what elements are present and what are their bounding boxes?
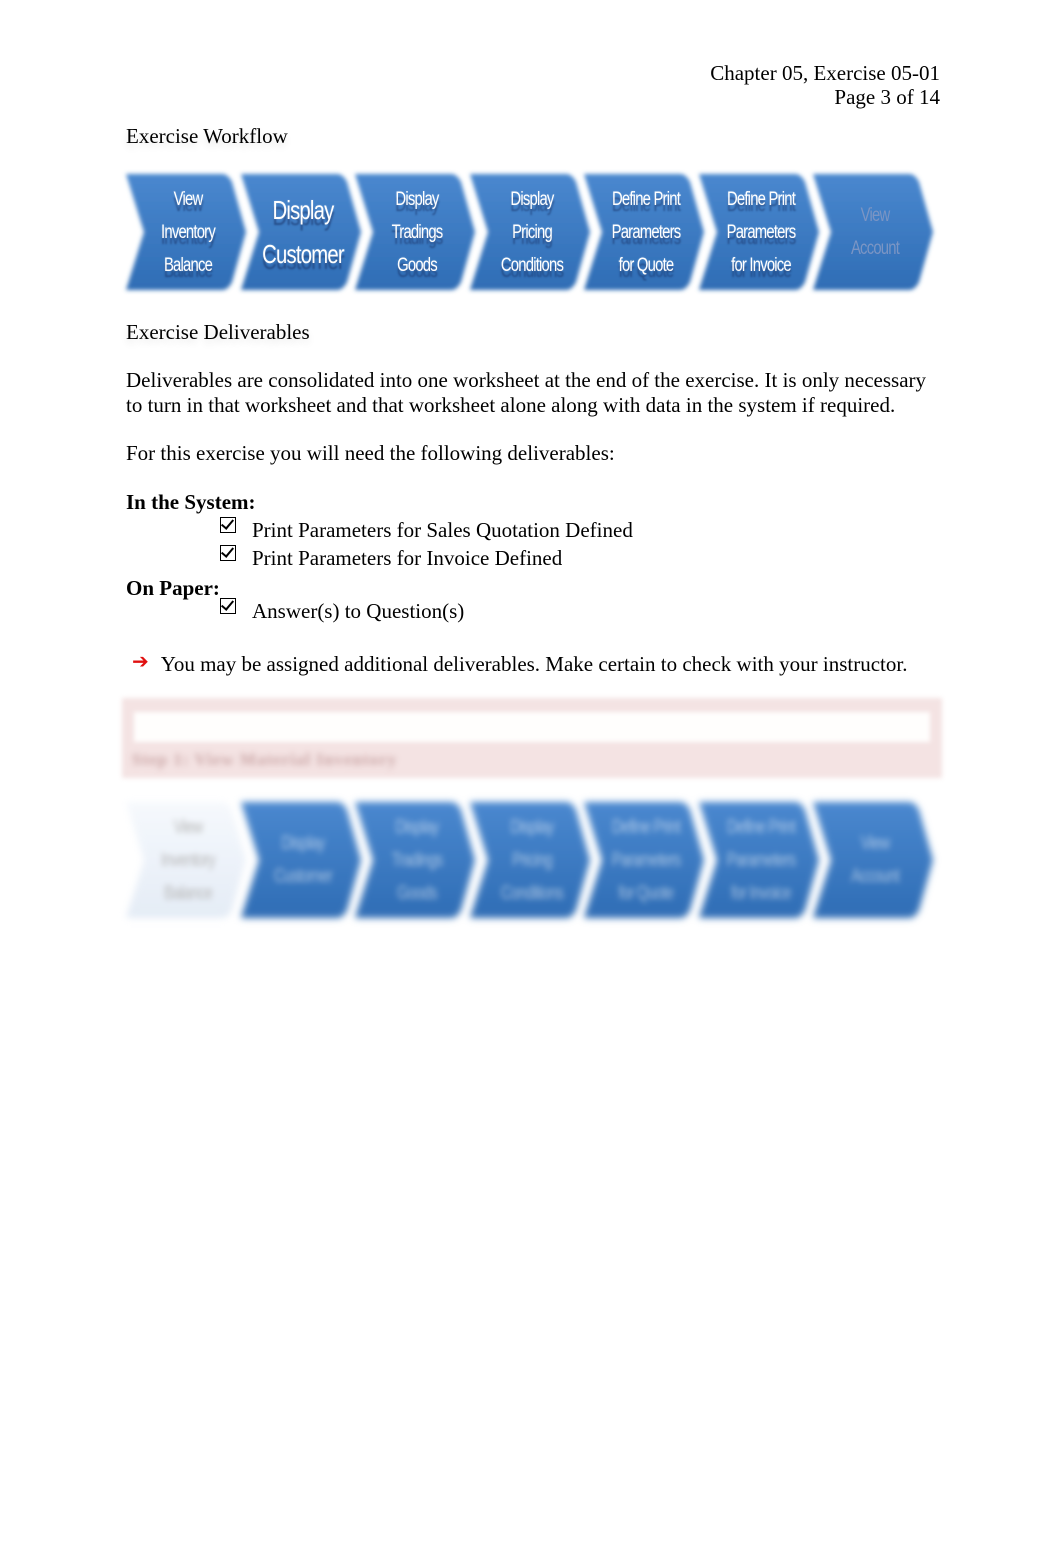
workflow-step-label: Define Print Parameters for Invoice: [726, 188, 796, 276]
checked-box-icon: [220, 598, 236, 614]
workflow-step: Display Customer: [237, 796, 365, 924]
step-banner-bar: [134, 712, 930, 742]
deliverable-item: Answer(s) to Question(s): [220, 598, 464, 624]
workflow-step: Display Customer: [237, 168, 365, 296]
on-paper-heading: On Paper:: [126, 576, 220, 600]
deliverable-item: Print Parameters for Sales Quotation Def…: [220, 517, 633, 543]
checked-box-icon: [220, 545, 236, 561]
workflow-step: Define Print Parameters for Quote: [580, 796, 708, 924]
workflow-step-label: Define Print Parameters for Quote: [611, 188, 682, 276]
deliverables-lead-in: For this exercise you will need the foll…: [126, 441, 615, 465]
workflow-step: Define Print Parameters for Quote: [580, 168, 708, 296]
workflow-step-label: View Account: [850, 205, 900, 259]
workflow-diagram-blurred: View Inventory Balance Display Customer Di…: [122, 796, 942, 924]
workflow-step: View Account: [809, 168, 937, 296]
deliverable-label: Answer(s) to Question(s): [252, 599, 465, 623]
workflow-step: Define Print Parameters for Invoice: [695, 796, 823, 924]
workflow-step-label: Define Print Parameters for Quote: [611, 816, 682, 904]
workflow-step-label: Display Pricing Conditions: [500, 188, 563, 276]
step-banner-blurred: Step 1: View Material Inventory: [122, 698, 942, 778]
workflow-step-label: Display Tradings Goods: [391, 188, 444, 276]
workflow-step-label: Display Tradings Goods: [391, 816, 444, 904]
deliverable-label: Print Parameters for Invoice Defined: [252, 546, 563, 570]
chapter-exercise-label: Chapter 05, Exercise 05-01: [710, 61, 940, 85]
workflow-step-label: Display Customer: [261, 195, 344, 269]
checked-box-icon: [220, 517, 236, 533]
workflow-step: Display Pricing Conditions: [466, 168, 594, 296]
deliverables-title: Exercise Deliverables: [126, 320, 310, 344]
workflow-diagram: View Inventory Balance Display Customer Di…: [122, 168, 942, 296]
instructor-note: ➔ You may be assigned additional deliver…: [132, 649, 908, 677]
deliverables-intro: Deliverables are consolidated into one w…: [126, 368, 927, 417]
deliverable-label: Print Parameters for Sales Quotation Def…: [252, 518, 633, 542]
workflow-step: Display Pricing Conditions: [466, 796, 594, 924]
workflow-step: Display Tradings Goods: [351, 796, 479, 924]
step-title: Step 1: View Material Inventory: [132, 750, 398, 769]
workflow-step: View Account: [809, 796, 937, 924]
workflow-title: Exercise Workflow: [126, 124, 288, 148]
workflow-step-label: View Account: [850, 833, 900, 887]
workflow-step-label: View Inventory Balance: [161, 816, 216, 904]
note-text: You may be assigned additional deliverab…: [160, 652, 908, 676]
red-arrow-icon: ➔: [132, 649, 149, 673]
workflow-step: Define Print Parameters for Invoice: [695, 168, 823, 296]
workflow-step-label: Define Print Parameters for Invoice: [726, 816, 796, 904]
page-number: Page 3 of 14: [834, 85, 940, 109]
workflow-step-label: Display Pricing Conditions: [500, 816, 563, 904]
workflow-step: View Inventory Balance: [122, 796, 250, 924]
deliverable-item: Print Parameters for Invoice Defined: [220, 545, 562, 571]
workflow-step: Display Tradings Goods: [351, 168, 479, 296]
workflow-step-label: View Inventory Balance: [161, 188, 216, 276]
workflow-step-label: Display Customer: [273, 833, 332, 887]
workflow-step: View Inventory Balance: [122, 168, 250, 296]
in-system-heading: In the System:: [126, 490, 256, 514]
page-header: Chapter 05, Exercise 05-01 Page 3 of 14: [710, 61, 940, 109]
